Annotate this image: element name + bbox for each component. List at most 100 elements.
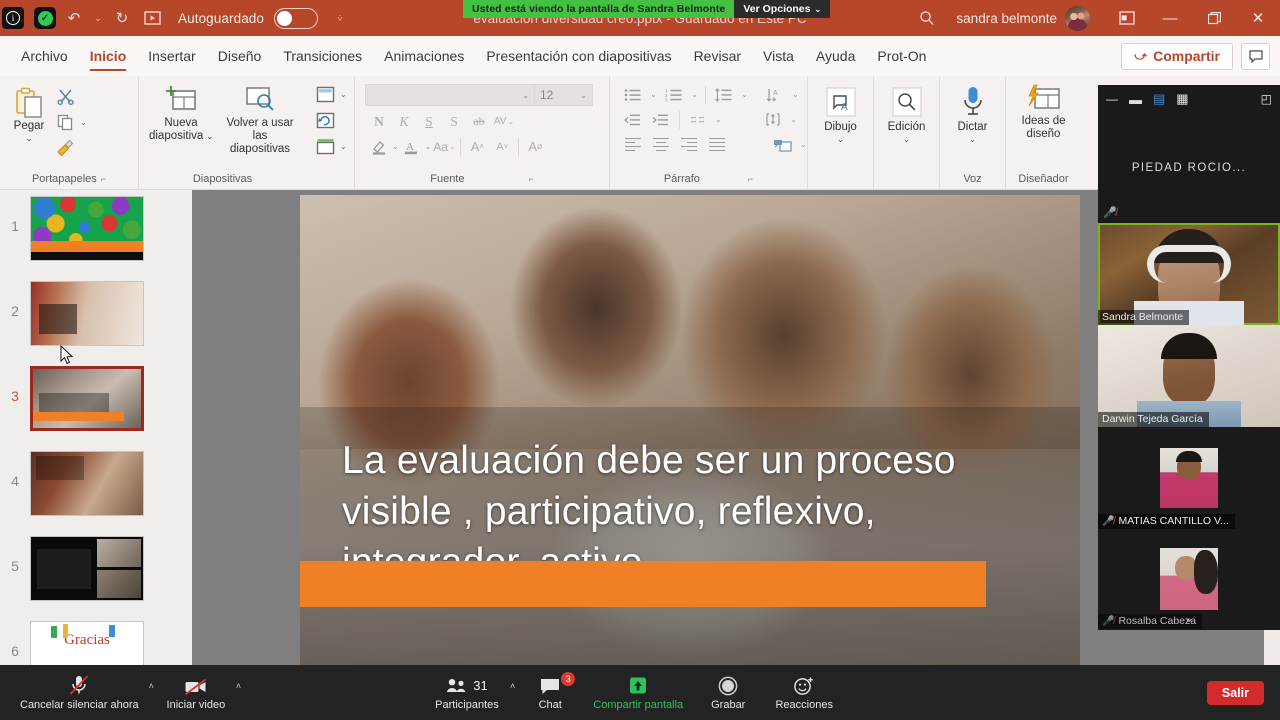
numbering-dropdown-icon[interactable]: ⌄ [689,90,700,99]
font-color-dropdown-icon[interactable]: ⌄ [425,142,432,151]
zoom-video-panel[interactable]: — ▬ ▤ ▦ ◰ PIEDAD ROCIO... 🎤̸ Sandra Belm… [1098,85,1280,630]
font-color-button[interactable]: A [400,135,424,158]
font-size-input[interactable]: 12 ⌄ [535,84,593,106]
text-direction-dropdown-icon[interactable]: ⌄ [790,90,801,99]
bullets-dropdown-icon[interactable]: ⌄ [648,90,659,99]
italic-button[interactable]: K [392,110,416,133]
thumbnail-slide-1[interactable]: 1 [0,190,192,275]
participant-tile-2[interactable]: Sandra Belmonte [1098,223,1280,325]
tab-vista[interactable]: Vista [752,36,805,76]
align-center-button[interactable] [648,133,674,156]
restore-icon[interactable] [1192,0,1236,36]
comments-button[interactable] [1241,42,1270,70]
avatar[interactable] [1065,5,1090,31]
copy-icon[interactable] [52,110,78,134]
participant-tile-1[interactable]: PIEDAD ROCIO... 🎤̸ [1098,113,1280,223]
chevron-down-icon[interactable]: ⌄ [1184,611,1194,625]
chat-button[interactable]: Chat 3 [517,665,583,720]
reset-slide-icon[interactable] [312,108,338,132]
convert-to-smartart-button[interactable] [770,133,796,156]
align-left-button[interactable] [620,133,646,156]
editing-button[interactable]: Edición ⌄ [882,80,932,145]
clipboard-dialog-launcher-icon[interactable]: ⌐ [101,174,106,184]
character-spacing-button[interactable]: AV ⌄ [492,110,516,133]
clear-formatting-button[interactable]: A ⌀ [523,135,547,158]
format-painter-icon[interactable] [52,136,78,160]
drawing-button[interactable]: A Dibujo ⌄ [817,80,865,145]
increase-indent-button[interactable] [648,108,674,131]
autosave-info-icon[interactable]: i [2,4,30,32]
thumbnail-slide-5[interactable]: 5 [0,530,192,615]
reactions-button[interactable]: Reacciones [763,665,845,720]
thumbnail-slide-4[interactable]: 4 [0,445,192,530]
reuse-slides-button[interactable]: Volver a usar las diapositivas [217,80,303,156]
expand-panel-icon[interactable]: ◰ [1261,92,1272,106]
font-name-input[interactable]: ⌄ [365,84,535,106]
tab-inicio[interactable]: Inicio [79,36,138,76]
tab-presentacion[interactable]: Presentación con diapositivas [475,36,682,76]
slides-thumbnail-pane[interactable]: 1 2 3 4 5 6 Gracias [0,190,192,680]
view-options-button[interactable]: Ver Opciones ⌄ [734,0,831,18]
tab-ayuda[interactable]: Ayuda [805,36,866,76]
start-video-button[interactable]: Iniciar video [156,665,236,720]
grid-view-icon[interactable]: ▦ [1176,91,1188,107]
redo-icon[interactable]: ↻ [108,4,136,32]
gallery-split-icon[interactable]: ▤ [1153,91,1165,107]
mute-button[interactable]: Cancelar silenciar ahora [10,665,149,720]
minimize-icon[interactable]: — [1106,92,1118,106]
paragraph-dialog-launcher-icon[interactable]: ⌐ [748,174,753,184]
new-slide-dropdown-icon[interactable]: ⌄ [206,130,213,143]
decrease-indent-button[interactable] [620,108,646,131]
section-dropdown-icon[interactable]: ⌄ [340,142,347,151]
ribbon-display-options-icon[interactable] [1106,0,1148,36]
columns-button[interactable] [685,108,711,131]
decrease-font-size-button[interactable]: A ˅ [490,135,514,158]
thumbnail-slide-3[interactable]: 3 [0,360,192,445]
numbering-button[interactable]: 123 [661,83,687,106]
undo-dropdown-icon[interactable]: ⌄ [90,4,106,32]
copy-dropdown-icon[interactable]: ⌄ [80,118,87,127]
tab-revisar[interactable]: Revisar [683,36,752,76]
underline-button[interactable]: S [417,110,441,133]
tab-diseno[interactable]: Diseño [207,36,273,76]
participant-tile-5[interactable]: 🎤̸ Rosalba Cabeza ⌄ [1098,529,1280,629]
undo-icon[interactable]: ↶ [60,4,88,32]
participants-chevron-icon[interactable]: ˄ [510,681,515,691]
speaker-view-icon[interactable]: ▬ [1129,92,1142,107]
align-text-dropdown-icon[interactable]: ⌄ [788,115,799,124]
layout-dropdown-icon[interactable]: ⌄ [340,90,347,99]
align-text-button[interactable] [760,108,786,131]
bullets-button[interactable] [620,83,646,106]
section-icon[interactable] [312,134,338,158]
font-dialog-launcher-icon[interactable]: ⌐ [528,174,533,184]
qat-customize-icon[interactable]: ⩒ [332,4,348,32]
change-case-button[interactable]: Aa ⌄ [432,135,456,158]
minimize-icon[interactable]: — [1148,0,1192,36]
design-ideas-button[interactable]: Ideas de diseño [1012,80,1076,141]
increase-font-size-button[interactable]: A ˄ [465,135,489,158]
dictate-dropdown-icon[interactable]: ⌄ [969,134,977,145]
cut-icon[interactable] [52,84,78,108]
leave-meeting-button[interactable]: Salir [1206,680,1264,705]
text-shadow-button[interactable]: S [442,110,466,133]
record-button[interactable]: Grabar [693,665,763,720]
dictate-button[interactable]: Dictar ⌄ [950,80,996,145]
layout-icon[interactable] [312,82,338,106]
highlight-dropdown-icon[interactable]: ⌄ [392,142,399,151]
thumbnail-slide-2[interactable]: 2 [0,275,192,360]
drawing-dropdown-icon[interactable]: ⌄ [837,134,845,145]
tab-animaciones[interactable]: Animaciones [373,36,475,76]
new-slide-button[interactable]: Nueva diapositiva ⌄ [145,80,217,143]
tab-archivo[interactable]: Archivo [10,36,79,76]
columns-dropdown-icon[interactable]: ⌄ [713,115,724,124]
justify-button[interactable] [704,133,730,156]
align-right-button[interactable] [676,133,702,156]
paste-dropdown-icon[interactable]: ⌄ [25,133,33,144]
search-icon[interactable] [906,0,948,36]
strikethrough-button[interactable]: ab [467,110,491,133]
bold-button[interactable]: N [367,110,391,133]
start-presentation-icon[interactable] [138,4,166,32]
video-options-chevron-icon[interactable]: ˄ [236,681,241,691]
line-spacing-button[interactable] [711,83,737,106]
participant-tile-4[interactable]: 🎤̸ MATIAS CANTILLO V... [1098,427,1280,529]
